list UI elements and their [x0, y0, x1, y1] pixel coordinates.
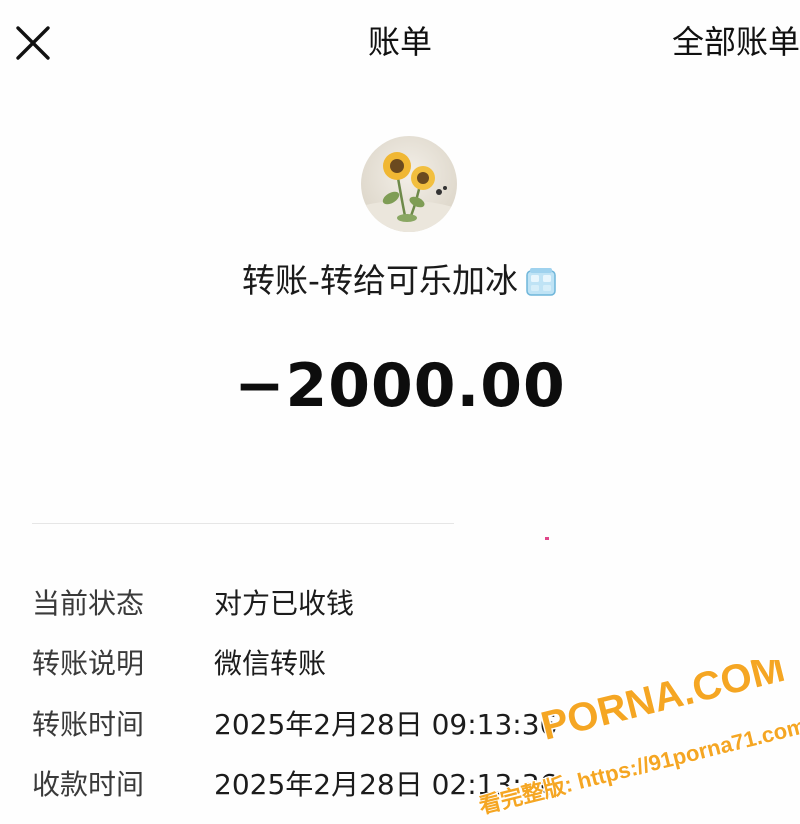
decorative-dot [545, 537, 549, 540]
all-bills-link[interactable]: 全部账单 [672, 20, 800, 64]
detail-row-note: 转账说明 微信转账 [0, 640, 800, 688]
ice-cube-icon [524, 264, 558, 298]
detail-label: 当前状态 [32, 587, 145, 620]
detail-row-status: 当前状态 对方已收钱 [0, 580, 800, 628]
detail-label: 收款时间 [32, 768, 145, 801]
detail-label: 转账时间 [32, 708, 145, 741]
header-bar: 账单 全部账单 [0, 0, 800, 84]
detail-value: 微信转账 [214, 647, 327, 680]
bill-detail-page: 账单 全部账单 转账-转给可乐加冰 −2000.00 当前状态 对方已收钱 转账… [0, 0, 800, 824]
detail-row-transfer-time: 转账时间 2025年2月28日 09:13:36 [0, 701, 800, 749]
merchant-line: 转账-转给可乐加冰 [0, 258, 800, 304]
transfer-amount: −2000.00 [234, 351, 566, 421]
detail-value: 对方已收钱 [214, 587, 355, 620]
detail-label: 转账说明 [32, 647, 145, 680]
sunflower-avatar-icon [361, 136, 457, 232]
detail-row-receive-time: 收款时间 2025年2月28日 02:13:36 [0, 761, 800, 809]
merchant-name: 转账-转给可乐加冰 [242, 261, 518, 300]
detail-value: 2025年2月28日 02:13:36 [214, 768, 558, 801]
detail-value: 2025年2月28日 09:13:36 [214, 708, 558, 741]
merchant-avatar [361, 136, 457, 232]
divider [32, 523, 454, 524]
